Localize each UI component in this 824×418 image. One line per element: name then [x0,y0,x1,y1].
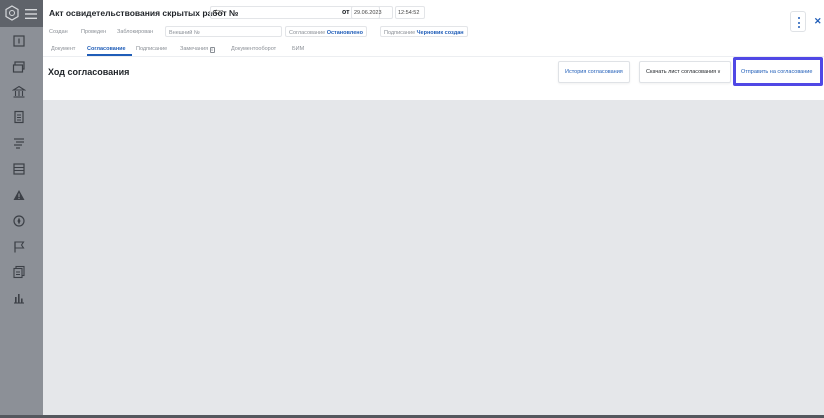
document-time-field[interactable]: 12:54:52 [395,6,425,19]
bank-icon[interactable] [12,85,26,99]
tab-remarks[interactable]: Замечания 0 [180,46,215,53]
flag-icon[interactable] [12,240,26,254]
signing-status-label: Подписание [384,30,416,36]
status-locked: Заблокирован [117,29,154,35]
hamburger-menu-icon[interactable] [24,7,38,19]
section-title: Ход согласования [48,67,130,77]
status-posted: Проведен [81,29,107,35]
tab-document[interactable]: Документ [51,46,75,52]
signing-status-value: Черновик создан [416,30,464,36]
approval-history-button[interactable]: История согласования [558,61,630,83]
download-approval-sheet-label: Скачать лист согласования [646,69,717,75]
chevron-down-icon: ∨ [717,69,721,75]
send-for-approval-button[interactable]: Отправить на согласование [733,57,823,86]
table-icon[interactable] [12,162,26,176]
approval-status-badge: Согласование Остановлено [285,26,367,37]
hexagon-logo-icon[interactable] [4,5,20,21]
from-label: от [342,9,350,16]
external-number-field[interactable]: Внешний № [165,26,282,37]
send-for-approval-label: Отправить на согласование [741,69,813,75]
document-header: Акт освидетельствования скрытых работ № … [43,0,824,100]
approval-status-label: Согласование [289,30,326,36]
document-icon[interactable] [12,34,26,48]
tab-approval[interactable]: Согласование [87,46,126,52]
tab-remarks-label: Замечания [180,46,209,52]
more-options-icon[interactable] [790,11,806,32]
approval-status-value: Остановлено [326,30,363,36]
download-approval-sheet-button[interactable]: Скачать лист согласования∨ [639,61,731,83]
files-icon[interactable] [12,265,26,279]
compass-icon[interactable] [12,214,26,228]
chart-icon[interactable] [12,291,26,305]
list-icon[interactable] [12,136,26,150]
tab-workflow[interactable]: Документооборот [231,46,276,52]
warning-icon[interactable] [12,188,26,202]
layers-icon[interactable] [12,60,26,74]
tabs-divider [43,56,824,57]
document-date-field[interactable]: 29.06.2023 [351,6,393,19]
signing-status-badge: Подписание Черновик создан [380,26,468,37]
remarks-count-badge: 0 [209,47,215,53]
clipboard-icon[interactable] [12,110,26,124]
status-created: Создан [49,29,68,35]
tab-bim[interactable]: БИМ [292,46,304,52]
left-rail [0,0,43,418]
tab-signing[interactable]: Подписание [136,46,167,52]
close-icon[interactable]: ✕ [814,16,822,27]
